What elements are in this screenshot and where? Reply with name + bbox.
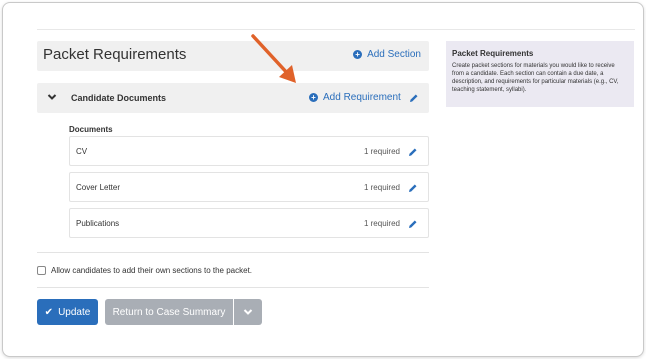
chevron-down-icon bbox=[243, 309, 253, 315]
update-label: Update bbox=[58, 306, 91, 318]
plus-circle-icon: + bbox=[309, 93, 318, 102]
pencil-icon[interactable] bbox=[408, 219, 418, 229]
help-panel: Packet Requirements Create packet sectio… bbox=[446, 41, 634, 107]
divider bbox=[37, 287, 429, 288]
return-label: Return to Case Summary bbox=[112, 306, 226, 318]
chevron-down-icon[interactable] bbox=[47, 92, 57, 102]
plus-circle-icon: + bbox=[353, 50, 363, 59]
add-section-label: Add Section bbox=[367, 49, 421, 60]
help-text: Create packet sections for materials you… bbox=[452, 63, 619, 93]
required-count: 1 required bbox=[363, 183, 400, 192]
document-name: Cover Letter bbox=[76, 183, 121, 192]
section-header: Candidate Documents + Add Requirement bbox=[37, 83, 429, 113]
return-dropdown-button[interactable] bbox=[234, 299, 262, 325]
add-requirement-button[interactable]: + Add Requirement bbox=[309, 92, 401, 103]
documents-label: Documents bbox=[69, 125, 113, 134]
divider bbox=[37, 252, 429, 253]
pencil-icon[interactable] bbox=[408, 147, 418, 157]
app-window: Packet Requirements + Add Section Candid… bbox=[2, 2, 644, 357]
allow-sections-checkbox[interactable] bbox=[37, 266, 46, 275]
allow-sections-option[interactable]: Allow candidates to add their own sectio… bbox=[37, 266, 252, 275]
top-divider bbox=[37, 29, 635, 30]
document-name: CV bbox=[76, 147, 88, 156]
list-item[interactable]: CV 1 required bbox=[69, 136, 429, 166]
add-requirement-label: Add Requirement bbox=[323, 92, 401, 103]
help-title: Packet Requirements bbox=[452, 49, 534, 58]
required-count: 1 required bbox=[363, 219, 400, 228]
return-to-case-summary-button[interactable]: Return to Case Summary bbox=[105, 299, 233, 325]
list-item[interactable]: Cover Letter 1 required bbox=[69, 172, 429, 202]
packet-header: Packet Requirements + Add Section bbox=[37, 41, 429, 71]
required-count: 1 required bbox=[363, 147, 400, 156]
list-item[interactable]: Publications 1 required bbox=[69, 208, 429, 238]
section-title: Candidate Documents bbox=[71, 93, 167, 103]
allow-sections-label: Allow candidates to add their own sectio… bbox=[51, 266, 253, 275]
pencil-icon[interactable] bbox=[408, 183, 418, 193]
check-icon: ✔ bbox=[44, 306, 54, 318]
annotation-arrow-icon bbox=[251, 34, 296, 83]
add-section-button[interactable]: + Add Section bbox=[353, 49, 421, 60]
pencil-icon[interactable] bbox=[409, 93, 419, 103]
update-button[interactable]: ✔ Update bbox=[37, 299, 98, 325]
document-name: Publications bbox=[76, 219, 120, 228]
page-title: Packet Requirements bbox=[43, 46, 187, 63]
